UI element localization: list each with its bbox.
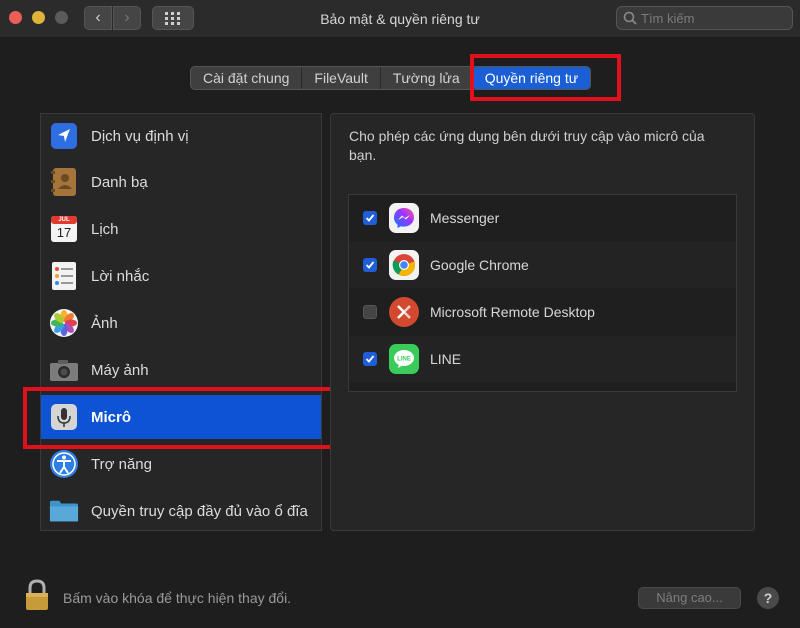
photos-flower-icon [49, 308, 79, 338]
microphone-item-highlight-box [23, 387, 341, 449]
sidebar-item-photos[interactable]: Ảnh [41, 301, 321, 345]
sidebar-item-label: Danh bạ [91, 173, 148, 191]
lock-hint-text: Bấm vào khóa để thực hiện thay đổi. [63, 590, 292, 606]
app-label: Microsoft Remote Desktop [430, 304, 595, 320]
help-button[interactable]: ? [757, 587, 779, 609]
search-field[interactable] [616, 6, 793, 30]
sidebar-item-reminders[interactable]: Lời nhắc [41, 254, 321, 298]
svg-text:LINE: LINE [397, 357, 411, 363]
remote-desktop-icon [389, 297, 419, 327]
app-row-line: LINE LINE [349, 336, 736, 382]
camera-icon [49, 355, 79, 385]
back-button[interactable]: ‹ [84, 6, 112, 30]
reminders-icon [49, 261, 79, 291]
sidebar-item-label: Lời nhắc [91, 267, 150, 285]
search-icon [623, 11, 637, 25]
padlock-button[interactable] [24, 579, 50, 616]
zoom-window-button[interactable] [55, 11, 68, 24]
padlock-icon [26, 579, 48, 610]
location-arrow-icon [49, 121, 79, 151]
sidebar-item-camera[interactable]: Máy ảnh [41, 348, 321, 392]
sidebar-item-contacts[interactable]: Danh bạ [41, 160, 321, 204]
forward-button[interactable]: › [113, 6, 141, 30]
microsoft-remote-desktop-checkbox[interactable] [363, 305, 377, 319]
sidebar-item-full-disk-access[interactable]: Quyền truy cập đầy đủ vào ổ đĩa [41, 489, 321, 533]
sidebar-item-location-services[interactable]: Dịch vụ định vị [41, 114, 321, 158]
sidebar-item-label: Lịch [91, 220, 119, 238]
calendar-day-label: 17 [56, 225, 72, 240]
tab-firewall[interactable]: Tường lửa [381, 67, 473, 89]
app-row-google-chrome: Google Chrome [349, 242, 736, 288]
google-chrome-checkbox[interactable] [363, 258, 377, 272]
show-all-button[interactable] [152, 6, 194, 30]
app-label: Messenger [430, 210, 500, 226]
messenger-icon [389, 203, 419, 233]
line-icon: LINE [389, 344, 419, 374]
title-bar: ‹ › Bảo mật & quyền riêng tư [0, 0, 800, 38]
sidebar-item-label: Dịch vụ định vị [91, 127, 189, 145]
minimize-window-button[interactable] [32, 11, 45, 24]
messenger-checkbox[interactable] [363, 211, 377, 225]
window-title: Bảo mật & quyền riêng tư [320, 11, 480, 27]
tab-general[interactable]: Cài đặt chung [191, 67, 303, 89]
app-label: LINE [430, 351, 462, 367]
folder-icon [49, 496, 79, 526]
accessibility-icon [49, 449, 79, 479]
sidebar-item-label: Máy ảnh [91, 361, 149, 379]
app-permission-list: Messenger Google Chrome Microsoft Remote… [348, 194, 737, 392]
grid-icon [165, 12, 180, 25]
checkmark-icon [365, 355, 375, 363]
chrome-icon [389, 250, 419, 280]
app-row-microsoft-remote-desktop: Microsoft Remote Desktop [349, 289, 736, 335]
close-window-button[interactable] [9, 11, 22, 24]
tab-filevault[interactable]: FileVault [302, 67, 381, 89]
search-input[interactable] [641, 9, 789, 27]
advanced-button[interactable]: Nâng cao... [638, 587, 741, 609]
sidebar-item-label: Trợ năng [91, 455, 152, 473]
privacy-tab-highlight-box [470, 54, 621, 101]
calendar-icon: JUL 17 [49, 214, 79, 244]
sidebar-item-label: Ảnh [91, 314, 118, 332]
sidebar-item-label: Quyền truy cập đầy đủ vào ổ đĩa [91, 502, 308, 520]
app-row-messenger: Messenger [349, 195, 736, 241]
app-label: Google Chrome [430, 257, 529, 273]
checkmark-icon [365, 214, 375, 222]
chevron-right-icon: › [124, 9, 130, 26]
privacy-category-list: Dịch vụ định vị Danh bạ JUL 17 Lịch Lời … [40, 113, 322, 531]
calendar-month-label: JUL [58, 217, 70, 223]
chevron-left-icon: ‹ [95, 9, 101, 26]
line-checkbox[interactable] [363, 352, 377, 366]
contacts-book-icon [49, 167, 79, 197]
sidebar-item-calendar[interactable]: JUL 17 Lịch [41, 207, 321, 251]
checkmark-icon [365, 261, 375, 269]
microphone-permission-description: Cho phép các ứng dụng bên dưới truy cập … [349, 128, 705, 163]
